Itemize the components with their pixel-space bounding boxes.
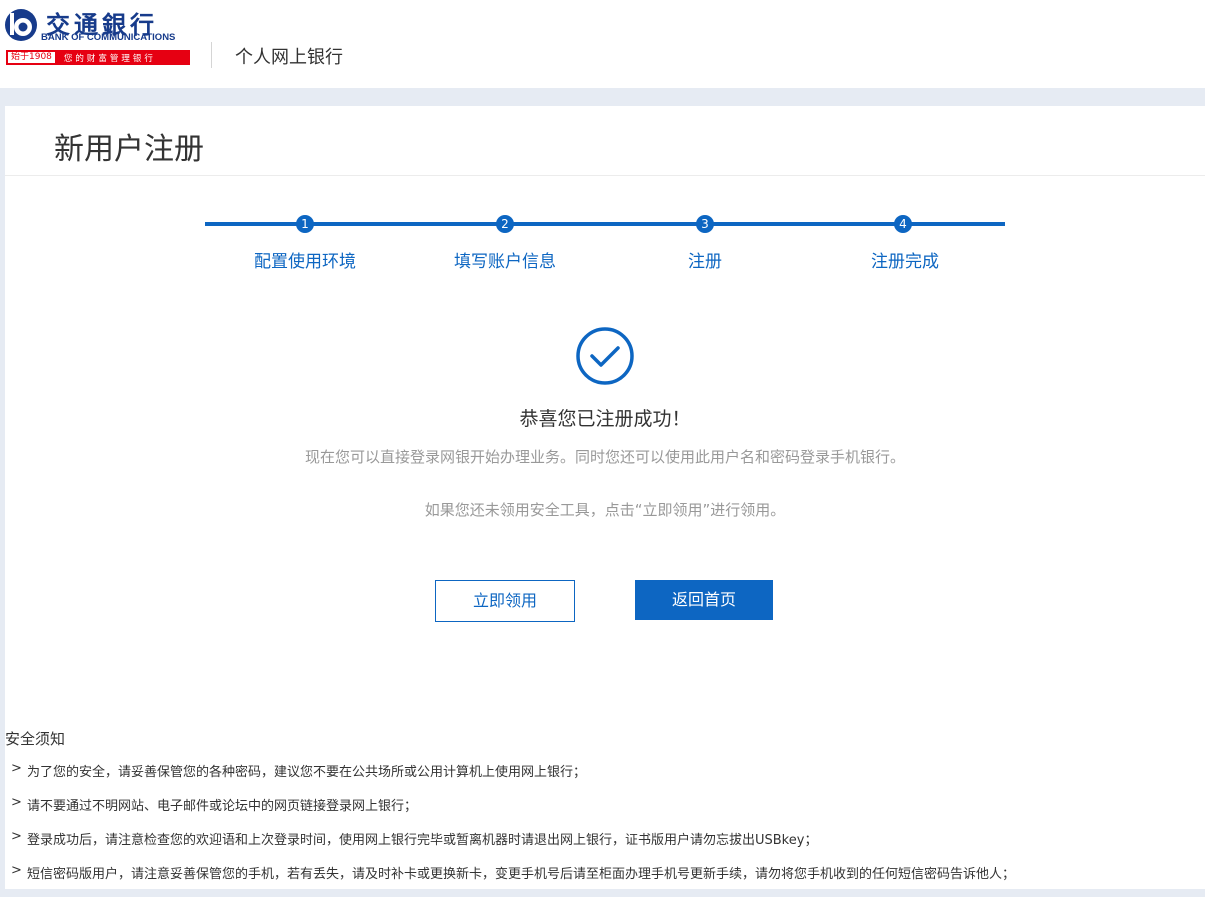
chevron-right-icon: > bbox=[11, 829, 22, 844]
progress-steps-line bbox=[205, 222, 1005, 226]
success-title: 恭喜您已注册成功！ bbox=[519, 408, 691, 430]
bank-logo[interactable]: 交通銀行 BANK OF COMMUNICATIONS 始于1908 您的财富管… bbox=[4, 6, 190, 68]
return-home-button[interactable]: 返回首页 bbox=[635, 580, 773, 620]
chevron-right-icon: > bbox=[11, 863, 22, 878]
check-circle-icon bbox=[576, 327, 634, 385]
header-divider bbox=[211, 42, 212, 68]
logo-slogan: 您的财富管理银行 bbox=[63, 53, 156, 64]
security-notice-item: > 请不要通过不明网站、电子邮件或论坛中的网页链接登录网上银行； bbox=[5, 795, 1205, 829]
security-notice-text: 短信密码版用户，请注意妥善保管您的手机，若有丢失，请及时补卡或更换新卡，变更手机… bbox=[27, 867, 1016, 882]
registration-card: 新用户注册 1 2 3 4 配置使用环境 填写账户信息 注册 注册完成 恭喜您已… bbox=[5, 106, 1205, 889]
step-3-label: 注册 bbox=[688, 252, 722, 272]
logo-slogan-bar: 始于1908 您的财富管理银行 bbox=[6, 50, 190, 65]
success-info-line-2: 如果您还未领用安全工具，点击“立即领用”进行领用。 bbox=[424, 501, 786, 519]
security-notice-text: 为了您的安全，请妥善保管您的各种密码，建议您不要在公共场所或公用计算机上使用网上… bbox=[27, 765, 587, 780]
security-notice-title: 安全须知 bbox=[5, 730, 66, 748]
step-1-marker: 1 bbox=[296, 215, 314, 233]
header-title: 个人网上银行 bbox=[235, 47, 343, 68]
step-1-label: 配置使用环境 bbox=[254, 252, 356, 272]
logo-year: 始于1908 bbox=[7, 51, 56, 64]
security-notice: 安全须知 > 为了您的安全，请妥善保管您的各种密码，建议您不要在公共场所或公用计… bbox=[5, 728, 1205, 897]
bank-logo-mark-icon bbox=[5, 9, 37, 41]
security-notice-item: > 短信密码版用户，请注意妥善保管您的手机，若有丢失，请及时补卡或更换新卡，变更… bbox=[5, 863, 1205, 897]
step-4-label: 注册完成 bbox=[871, 252, 939, 272]
title-divider bbox=[5, 175, 1205, 176]
logo-english-name: BANK OF COMMUNICATIONS bbox=[41, 32, 176, 43]
page-title: 新用户注册 bbox=[54, 132, 204, 167]
step-2-marker: 2 bbox=[496, 215, 514, 233]
site-header: 交通銀行 BANK OF COMMUNICATIONS 始于1908 您的财富管… bbox=[0, 0, 1205, 88]
chevron-right-icon: > bbox=[11, 761, 22, 776]
security-notice-item: > 登录成功后，请注意检查您的欢迎语和上次登录时间，使用网上银行完毕或暂离机器时… bbox=[5, 829, 1205, 863]
step-2-label: 填写账户信息 bbox=[454, 252, 556, 272]
security-notice-text: 登录成功后，请注意检查您的欢迎语和上次登录时间，使用网上银行完毕或暂离机器时请退… bbox=[27, 833, 818, 848]
step-3-marker: 3 bbox=[696, 215, 714, 233]
security-notice-text: 请不要通过不明网站、电子邮件或论坛中的网页链接登录网上银行； bbox=[27, 799, 418, 814]
claim-now-button[interactable]: 立即领用 bbox=[435, 580, 575, 622]
chevron-right-icon: > bbox=[11, 795, 22, 810]
success-info-line-1: 现在您可以直接登录网银开始办理业务。同时您还可以使用此用户名和密码登录手机银行。 bbox=[304, 448, 905, 466]
security-notice-item: > 为了您的安全，请妥善保管您的各种密码，建议您不要在公共场所或公用计算机上使用… bbox=[5, 761, 1205, 795]
step-4-marker: 4 bbox=[894, 215, 912, 233]
